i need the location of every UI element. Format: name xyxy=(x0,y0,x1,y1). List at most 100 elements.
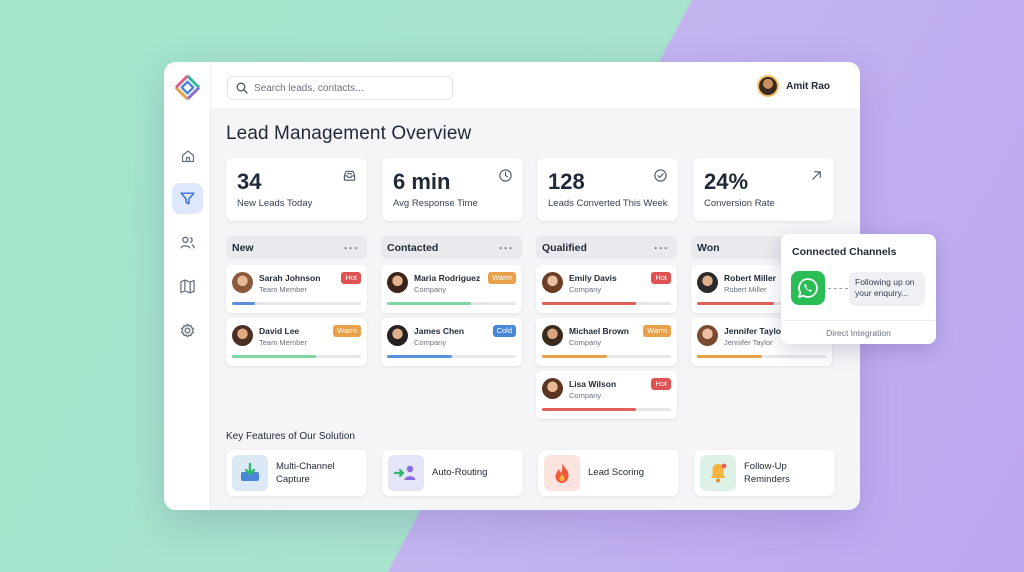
arrow-up-right-icon xyxy=(812,171,821,180)
avatar xyxy=(757,75,780,97)
logo-icon xyxy=(174,74,201,101)
stat-label: Avg Response Time xyxy=(393,198,478,209)
feature-label: Lead Scoring xyxy=(588,467,644,478)
lead-name: David Lee xyxy=(259,326,300,336)
lead-role: Team Member xyxy=(259,338,307,347)
stat-value: 34 xyxy=(237,169,262,194)
progress-fill xyxy=(232,302,256,305)
status-badge: Hot xyxy=(651,378,671,390)
avatar xyxy=(232,272,253,293)
lead-name: Michael Brown xyxy=(569,326,629,336)
lead-role: Company xyxy=(569,391,602,400)
progress-bar xyxy=(232,355,361,358)
nav-home[interactable] xyxy=(172,140,203,171)
lead-role: Company xyxy=(569,285,602,294)
avatar xyxy=(697,272,718,293)
nav-map[interactable] xyxy=(172,271,203,302)
check-circle-icon xyxy=(654,169,667,182)
users-icon xyxy=(180,236,195,249)
more-options-icon[interactable]: ··· xyxy=(499,241,514,255)
lead-card[interactable]: Lisa Wilson Company Hot xyxy=(536,371,677,419)
progress-bar xyxy=(232,302,361,305)
status-badge: Warm xyxy=(643,325,671,337)
progress-bar xyxy=(697,355,826,358)
avatar xyxy=(542,272,563,293)
feature-label-line: Reminders xyxy=(744,474,790,485)
progress-bar xyxy=(542,355,671,358)
column-header-contacted: Contacted ··· xyxy=(381,236,522,259)
search-icon xyxy=(236,82,248,94)
nav-contacts[interactable] xyxy=(172,227,203,258)
lead-role: Company xyxy=(414,338,447,347)
column-header-new: New ··· xyxy=(226,236,367,259)
progress-fill xyxy=(697,302,775,305)
lead-card[interactable]: David Lee Team Member Warm xyxy=(226,318,367,366)
lead-card[interactable]: Michael Brown Company Warm xyxy=(536,318,677,366)
status-badge: Warm xyxy=(333,325,361,337)
feature-label: Follow-Up Reminders xyxy=(744,460,790,486)
feature-card-follow-up[interactable]: Follow-Up Reminders xyxy=(694,450,835,496)
bell-icon xyxy=(700,455,736,491)
avatar xyxy=(387,272,408,293)
user-name: Amit Rao xyxy=(786,80,830,92)
status-badge: Cold xyxy=(492,325,516,337)
connected-channels-panel: Connected Channels Following up on your … xyxy=(781,234,936,344)
more-options-icon[interactable]: ··· xyxy=(654,241,669,255)
whatsapp-icon[interactable] xyxy=(791,271,825,305)
column-header-qualified: Qualified ··· xyxy=(536,236,677,259)
connector-line xyxy=(828,288,848,289)
progress-bar xyxy=(542,408,671,411)
column-title: Qualified xyxy=(542,241,587,254)
more-options-icon[interactable]: ··· xyxy=(344,241,359,255)
column-title: New xyxy=(232,241,254,254)
sidebar xyxy=(164,62,211,510)
search-box[interactable] xyxy=(227,76,453,100)
stat-card-conversion-rate: 24% Conversion Rate xyxy=(693,158,834,221)
lead-role: Company xyxy=(569,338,602,347)
stat-card-response-time: 6 min Avg Response Time xyxy=(382,158,523,221)
clock-icon xyxy=(499,169,512,182)
feature-label: Auto-Routing xyxy=(432,467,488,478)
stat-label: Leads Converted This Week xyxy=(548,198,668,209)
status-badge: Hot xyxy=(651,272,671,284)
stat-label: New Leads Today xyxy=(237,198,313,209)
lead-card[interactable]: Maria Rodriguez Company Warm xyxy=(381,265,522,313)
lead-role: Jennifer Taylor xyxy=(724,338,773,347)
stat-label: Conversion Rate xyxy=(704,198,775,209)
stat-card-new-leads: 34 New Leads Today xyxy=(226,158,367,221)
progress-fill xyxy=(542,408,637,411)
search-input[interactable] xyxy=(254,82,444,94)
feature-label-line: Capture xyxy=(276,474,310,485)
feature-card-auto-routing[interactable]: Auto-Routing xyxy=(382,450,523,496)
page-title: Lead Management Overview xyxy=(226,123,472,144)
lead-name: James Chen xyxy=(414,326,465,336)
map-icon xyxy=(180,279,195,294)
lead-card[interactable]: James Chen Company Cold xyxy=(381,318,522,366)
status-badge: Hot xyxy=(341,272,361,284)
nav-settings[interactable] xyxy=(172,315,203,346)
lead-card[interactable]: Emily Davis Company Hot xyxy=(536,265,677,313)
progress-fill xyxy=(542,302,637,305)
feature-card-lead-scoring[interactable]: Lead Scoring xyxy=(538,450,679,496)
routing-users-icon xyxy=(388,455,424,491)
nav-leads[interactable] xyxy=(172,183,203,214)
avatar xyxy=(387,325,408,346)
lead-card[interactable]: Sarah Johnson Team Member Hot xyxy=(226,265,367,313)
lead-role: Company xyxy=(414,285,447,294)
lead-name: Sarah Johnson xyxy=(259,273,321,283)
avatar xyxy=(232,325,253,346)
avatar xyxy=(542,325,563,346)
lead-name: Emily Davis xyxy=(569,273,617,283)
avatar xyxy=(697,325,718,346)
feature-card-multi-channel[interactable]: Multi-Channel Capture xyxy=(226,450,367,496)
avatar xyxy=(542,378,563,399)
progress-fill xyxy=(387,302,471,305)
inbox-icon xyxy=(343,170,356,181)
progress-bar xyxy=(387,302,516,305)
top-bar: Amit Rao xyxy=(211,62,860,108)
user-menu[interactable]: Amit Rao xyxy=(757,75,830,97)
lead-name: Jennifer Taylo xyxy=(724,326,781,336)
download-tray-icon xyxy=(232,455,268,491)
feature-label: Multi-Channel Capture xyxy=(276,460,335,486)
lead-name: Lisa Wilson xyxy=(569,379,617,389)
